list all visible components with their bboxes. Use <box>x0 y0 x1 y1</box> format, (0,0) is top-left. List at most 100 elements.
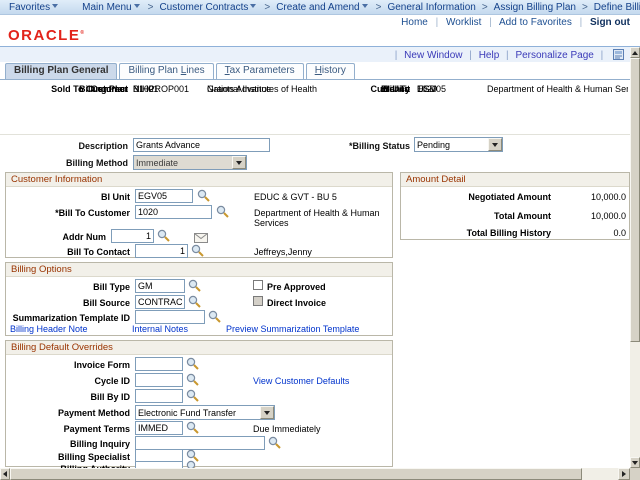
description-input[interactable] <box>133 138 270 152</box>
breadcrumb: Favorites Main Menu > Customer Contracts… <box>0 0 640 15</box>
breadcrumb-separator: > <box>376 2 382 13</box>
breadcrumb-separator: > <box>482 2 488 13</box>
payment-terms-lookup-icon[interactable] <box>186 421 199 434</box>
billing-inquiry-lookup-icon[interactable] <box>268 436 281 449</box>
scroll-right-button[interactable] <box>618 468 630 480</box>
breadcrumb-define-billing-plan[interactable]: Define Billing Plan <box>594 2 640 13</box>
bill-source-field-label: Bill Source <box>6 298 130 308</box>
bill-source-input[interactable] <box>135 295 185 309</box>
pipe-separator: | <box>395 50 398 61</box>
vertical-scroll-thumb[interactable] <box>630 58 640 342</box>
arrow-up-icon <box>632 51 638 55</box>
favorites-menu[interactable]: Favorites <box>9 2 60 13</box>
bill-to-desc: Department of Health & Human Services <box>487 84 628 94</box>
summarization-template-id-lookup-icon[interactable] <box>208 310 221 323</box>
arrow-left-icon <box>3 471 7 477</box>
bill-type-input[interactable] <box>135 279 185 293</box>
bill-to-customer-field-label: *Bill To Customer <box>6 208 130 218</box>
scroll-up-button[interactable] <box>630 47 640 58</box>
summarization-template-id-input[interactable] <box>135 310 205 324</box>
currency-label: Currency <box>332 84 410 94</box>
bill-to-contact-input[interactable] <box>135 244 188 258</box>
bill-source-lookup-icon[interactable] <box>188 295 201 308</box>
amount-detail-group: Amount Detail Negotiated Amount 10,000.0… <box>400 172 630 240</box>
invoice-form-input[interactable] <box>135 357 183 371</box>
worklist-link[interactable]: Worklist <box>446 17 481 28</box>
billing-default-overrides-group: Billing Default Overrides Invoice Form C… <box>5 340 393 467</box>
bill-to-customer-lookup-icon[interactable] <box>216 205 229 218</box>
pre-approved-checkbox[interactable] <box>253 280 263 290</box>
payment-terms-input[interactable] <box>135 421 183 435</box>
billing-status-label: *Billing Status <box>302 141 410 151</box>
bill-to-customer-input[interactable] <box>135 205 212 219</box>
view-customer-defaults-link[interactable]: View Customer Defaults <box>253 376 349 386</box>
addr-num-input[interactable] <box>111 229 154 243</box>
total-billing-history-value: 0.0 <box>613 228 626 238</box>
internal-notes-link[interactable]: Internal Notes <box>132 324 188 334</box>
header-links: Home | Worklist | Add to Favorites | Sig… <box>401 17 630 28</box>
negotiated-amount-value: 10,000.0 <box>591 192 626 202</box>
bill-type-field-label: Bill Type <box>6 282 130 292</box>
main-menu[interactable]: Main Menu <box>82 2 141 13</box>
dropdown-arrow-icon <box>488 138 502 151</box>
new-window-link[interactable]: New Window <box>404 50 462 61</box>
bill-by-id-input[interactable] <box>135 389 183 403</box>
bill-by-id-lookup-icon[interactable] <box>186 389 199 402</box>
copy-url-icon[interactable] <box>613 49 624 63</box>
cycle-id-label: Cycle ID <box>6 376 130 386</box>
bi-unit-lookup-icon[interactable] <box>197 189 210 202</box>
tab-rule <box>0 79 630 80</box>
breadcrumb-separator: > <box>582 2 588 13</box>
scroll-left-button[interactable] <box>0 468 10 480</box>
currency-value: USD <box>417 84 436 94</box>
addr-num-field-label: Addr Num <box>6 232 106 242</box>
customer-information-group: Customer Information BI Unit EDUC & GVT … <box>5 172 393 258</box>
preview-summarization-template-link[interactable]: Preview Summarization Template <box>226 324 359 334</box>
pipe-separator: | <box>469 50 472 61</box>
help-link[interactable]: Help <box>479 50 500 61</box>
horizontal-scroll-thumb[interactable] <box>10 468 582 480</box>
scrollbar-corner <box>630 468 640 480</box>
breadcrumb-separator: > <box>148 2 154 13</box>
pipe-separator: | <box>436 17 439 28</box>
page-utility-links: | New Window | Help | Personalize Page | <box>391 49 624 63</box>
total-amount-value: 10,000.0 <box>591 211 626 221</box>
billing-inquiry-label: Billing Inquiry <box>6 439 130 449</box>
divider <box>0 134 630 135</box>
breadcrumb-general-information[interactable]: General Information <box>387 2 475 13</box>
personalize-page-link[interactable]: Personalize Page <box>515 50 593 61</box>
tab-history[interactable]: History <box>306 63 355 79</box>
breadcrumb-assign-billing-plan[interactable]: Assign Billing Plan <box>494 2 576 13</box>
tab-tax-parameters[interactable]: Tax Parameters <box>216 63 304 79</box>
invoice-form-lookup-icon[interactable] <box>186 357 199 370</box>
tab-billing-plan-lines[interactable]: Billing Plan Lines <box>119 63 213 79</box>
addr-num-lookup-icon[interactable] <box>157 229 170 242</box>
cycle-id-input[interactable] <box>135 373 183 387</box>
registered-mark: ® <box>80 30 85 36</box>
breadcrumb-customer-contracts[interactable]: Customer Contracts <box>159 2 258 13</box>
invoice-form-label: Invoice Form <box>6 360 130 370</box>
billing-inquiry-input[interactable] <box>135 436 265 450</box>
sign-out-link[interactable]: Sign out <box>590 17 630 28</box>
billing-status-select[interactable]: Pending <box>414 137 503 152</box>
bi-unit-input[interactable] <box>135 189 193 203</box>
pipe-separator: | <box>489 17 492 28</box>
bill-type-lookup-icon[interactable] <box>188 279 201 292</box>
direct-invoice-checkbox <box>253 296 263 306</box>
billing-method-select: Immediate <box>133 155 247 170</box>
billing-header-note-link[interactable]: Billing Header Note <box>10 324 88 334</box>
payment-method-select[interactable]: Electronic Fund Transfer <box>135 405 275 420</box>
summarization-template-id-label: Summarization Template ID <box>6 313 130 323</box>
bill-to-contact-lookup-icon[interactable] <box>191 244 204 257</box>
home-link[interactable]: Home <box>401 17 428 28</box>
add-to-favorites-link[interactable]: Add to Favorites <box>499 17 572 28</box>
pipe-separator: | <box>580 17 583 28</box>
breadcrumb-separator: > <box>264 2 270 13</box>
scroll-down-button[interactable] <box>630 457 640 468</box>
cycle-id-lookup-icon[interactable] <box>186 373 199 386</box>
breadcrumb-create-and-amend[interactable]: Create and Amend <box>276 2 369 13</box>
tab-billing-plan-general[interactable]: Billing Plan General <box>5 63 117 79</box>
bill-to-contact-desc: Jeffreys,Jenny <box>254 247 312 257</box>
amount-detail-title: Amount Detail <box>401 173 629 187</box>
billing-default-overrides-title: Billing Default Overrides <box>6 341 392 355</box>
